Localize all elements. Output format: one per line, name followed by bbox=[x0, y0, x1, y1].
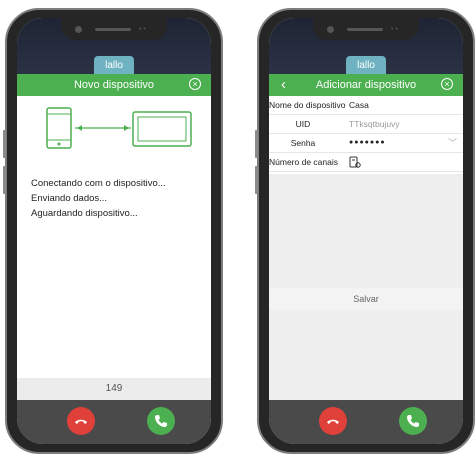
status-line: Conectando com o dispositivo... bbox=[31, 178, 166, 189]
call-bar bbox=[17, 400, 211, 444]
side-button bbox=[255, 166, 258, 194]
hangup-button[interactable] bbox=[67, 407, 95, 435]
speaker bbox=[347, 28, 383, 31]
side-button bbox=[3, 130, 6, 158]
notch: • • bbox=[61, 18, 167, 40]
counter-label: 149 bbox=[17, 378, 211, 400]
answer-button[interactable] bbox=[147, 407, 175, 435]
side-button bbox=[255, 130, 258, 158]
brand-logo: lallo bbox=[346, 56, 386, 76]
page-title: Novo dispositivo bbox=[73, 79, 155, 91]
answer-button[interactable] bbox=[399, 407, 427, 435]
password-field[interactable]: ●●●●●●● bbox=[349, 134, 386, 152]
sensor-dots: • • bbox=[139, 26, 146, 33]
uid-row: UID TTksqtbujuvy bbox=[269, 115, 463, 134]
page-title: Adicionar dispositivo bbox=[315, 79, 417, 91]
phone-icon bbox=[46, 107, 72, 149]
tablet-icon bbox=[132, 111, 192, 147]
speaker bbox=[95, 28, 131, 31]
close-circle-icon[interactable]: × bbox=[441, 78, 453, 90]
brand-logo: lallo bbox=[94, 56, 134, 76]
field-label: Nome do dispositivo bbox=[269, 100, 346, 110]
device-name-row: Nome do dispositivo Casa bbox=[269, 96, 463, 115]
status-line: Aguardando dispositivo... bbox=[31, 208, 138, 219]
screen-right: • • lallo ‹ Adicionar dispositivo × Nome… bbox=[269, 18, 463, 444]
phone-right: • • lallo ‹ Adicionar dispositivo × Nome… bbox=[255, 8, 475, 454]
header-bar: Novo dispositivo × bbox=[17, 74, 211, 96]
call-bar bbox=[269, 400, 463, 444]
header-bar: ‹ Adicionar dispositivo × bbox=[269, 74, 463, 96]
phone-left: • • lallo Novo dispositivo × Conectando … bbox=[3, 8, 223, 454]
close-circle-icon[interactable]: × bbox=[189, 78, 201, 90]
hangup-button[interactable] bbox=[319, 407, 347, 435]
connection-diagram bbox=[46, 107, 192, 149]
notch: • • bbox=[313, 18, 419, 40]
channels-row: Número de canais bbox=[269, 153, 463, 172]
answer-icon bbox=[155, 415, 167, 427]
chevron-down-icon[interactable]: ﹀ bbox=[448, 134, 457, 152]
form-area: Nome do dispositivo Casa UID TTksqtbujuv… bbox=[269, 96, 463, 174]
hangup-icon bbox=[75, 419, 87, 424]
field-label: UID bbox=[295, 119, 311, 129]
status-list: Conectando com o dispositivo... Enviando… bbox=[31, 176, 166, 221]
save-button[interactable]: Salvar bbox=[269, 288, 463, 310]
content-area: Conectando com o dispositivo... Enviando… bbox=[17, 96, 211, 400]
answer-icon bbox=[407, 415, 419, 427]
sensor-dots: • • bbox=[391, 26, 398, 33]
camera bbox=[327, 26, 334, 33]
device-name-field[interactable]: Casa bbox=[349, 96, 369, 114]
password-row: Senha ●●●●●●● ﹀ bbox=[269, 134, 463, 153]
hangup-icon bbox=[327, 419, 339, 424]
camera bbox=[75, 26, 82, 33]
status-line: Enviando dados... bbox=[31, 193, 108, 204]
side-button bbox=[3, 166, 6, 194]
field-label: Senha bbox=[290, 138, 316, 148]
screen-left: • • lallo Novo dispositivo × Conectando … bbox=[17, 18, 211, 444]
uid-field[interactable]: TTksqtbujuvy bbox=[349, 115, 400, 133]
field-label: Número de canais bbox=[269, 157, 338, 167]
channel-icon[interactable] bbox=[349, 156, 361, 169]
